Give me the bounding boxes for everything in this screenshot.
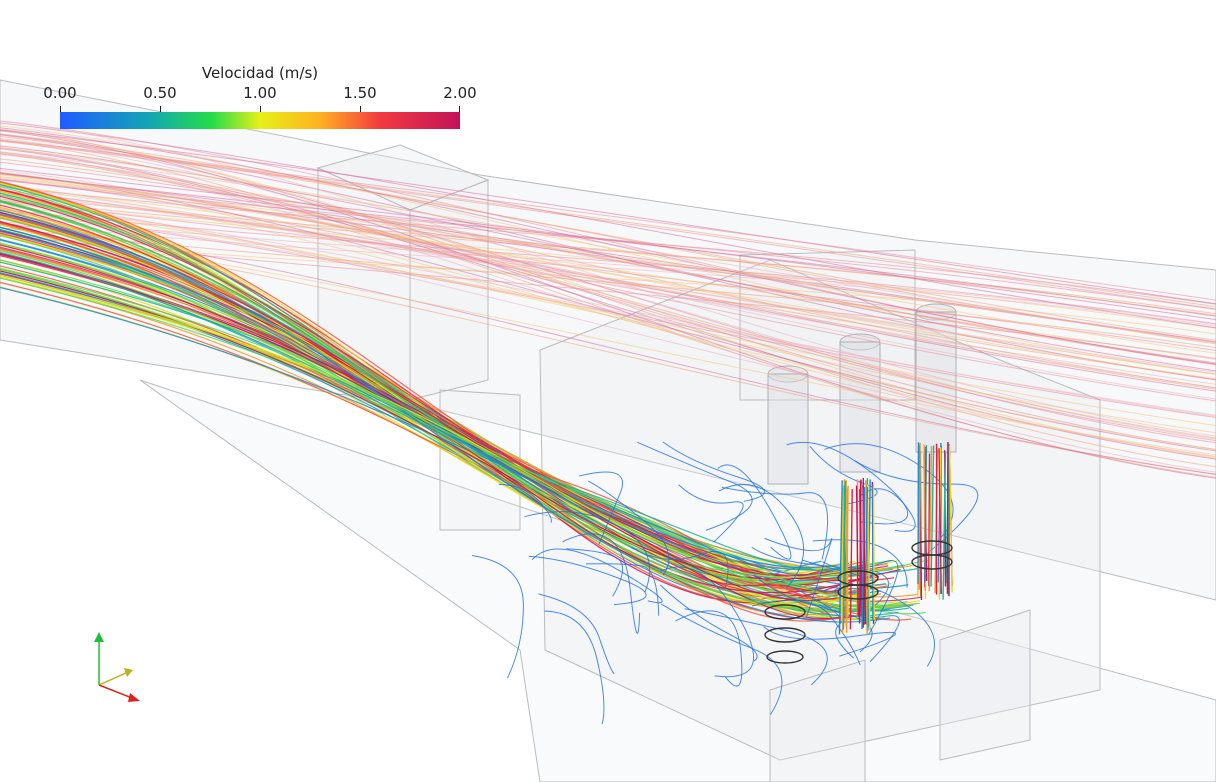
jet-streamline (872, 485, 875, 621)
legend-tick-label: 1.50 (343, 84, 377, 102)
legend-tick-label: 1.00 (243, 84, 277, 102)
colorbar (60, 112, 460, 129)
legend-tick-label: 2.00 (443, 84, 477, 102)
legend-tick-label: 0.50 (143, 84, 177, 102)
color-legend: Velocidad (m/s) 0.00 0.50 1.00 1.50 2.00 (40, 62, 480, 142)
legend-tick-label: 0.00 (43, 84, 77, 102)
orientation-axes-icon (94, 632, 140, 702)
legend-title: Velocidad (m/s) (201, 64, 319, 82)
